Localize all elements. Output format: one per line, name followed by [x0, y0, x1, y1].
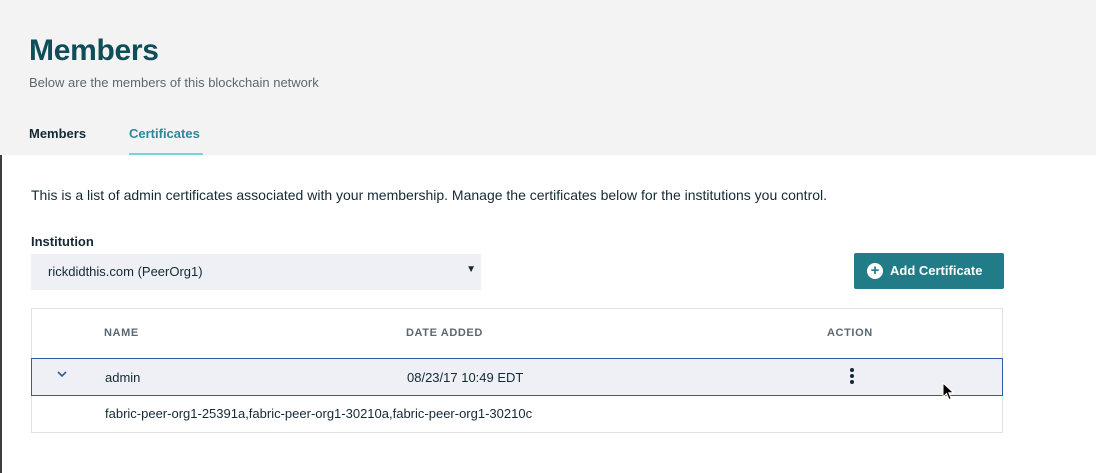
tab-members[interactable]: Members: [29, 126, 86, 153]
certificates-intro-text: This is a list of admin certificates ass…: [31, 187, 828, 203]
tab-certificates[interactable]: Certificates: [129, 126, 203, 155]
page-title: Members: [29, 34, 159, 67]
institution-select-value: rickdidthis.com (PeerOrg1): [48, 264, 203, 279]
page-subtitle: Below are the members of this blockchain…: [29, 75, 319, 90]
add-certificate-label: Add Certificate: [890, 263, 983, 278]
column-header-date-added[interactable]: DATE ADDED: [406, 327, 483, 339]
column-header-name[interactable]: NAME: [104, 327, 139, 339]
column-header-action: ACTION: [827, 327, 873, 339]
institution-select[interactable]: rickdidthis.com (PeerOrg1) ▼: [31, 254, 481, 290]
row-date-added: 08/23/17 10:49 EDT: [407, 370, 524, 385]
page-header: Members Below are the members of this bl…: [0, 0, 1096, 155]
overflow-menu-icon[interactable]: [848, 368, 856, 388]
chevron-down-icon[interactable]: [56, 368, 68, 383]
plus-circle-icon: +: [867, 263, 883, 279]
row-name: admin: [105, 370, 141, 385]
add-certificate-button[interactable]: + Add Certificate: [854, 253, 1004, 289]
institution-label: Institution: [31, 234, 94, 249]
certificates-table: NAME DATE ADDED ACTION admin 08/23/17 10…: [31, 308, 1003, 433]
caret-down-icon: ▼: [466, 264, 476, 275]
mouse-cursor-icon: [942, 381, 956, 407]
table-row[interactable]: admin 08/23/17 10:49 EDT: [31, 358, 1003, 396]
row-detail-text: fabric-peer-org1-25391a,fabric-peer-org1…: [105, 406, 533, 421]
